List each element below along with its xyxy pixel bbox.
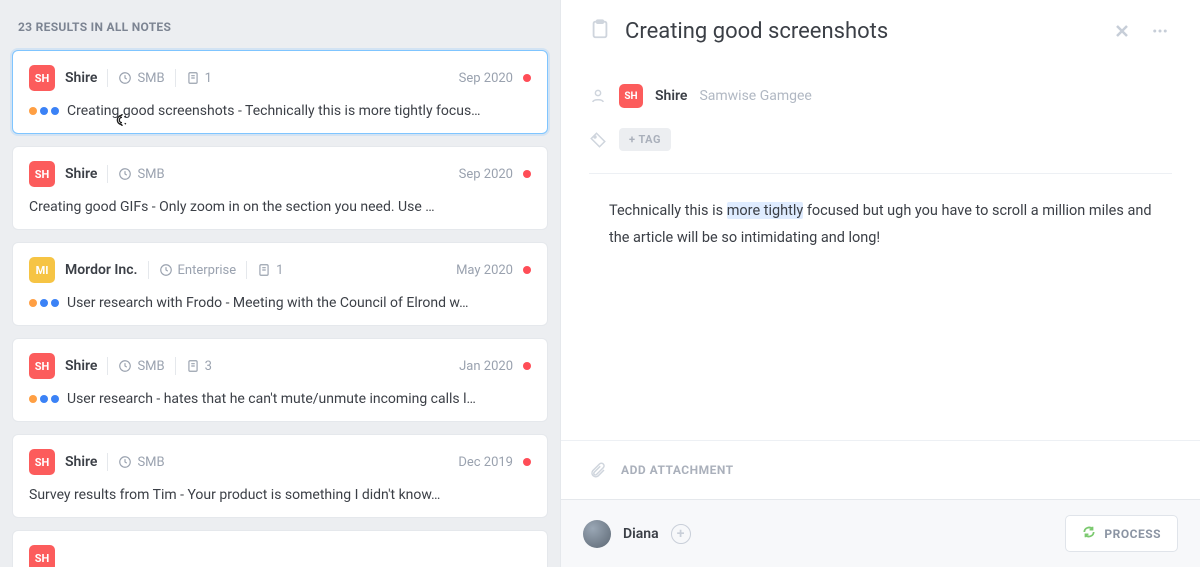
person-icon	[589, 87, 607, 105]
card-snippet: Survey results from Tim - Your product i…	[29, 487, 440, 503]
results-count-header: 23 RESULTS IN ALL NOTES	[12, 10, 548, 50]
tier-label: SMB	[118, 71, 164, 86]
highlight-dots	[29, 107, 59, 115]
tag-icon	[589, 131, 607, 149]
detail-panel: Creating good screenshots SH Shire Samwi…	[560, 0, 1200, 567]
card-org-name: Shire	[65, 454, 97, 470]
card-org-badge: SH	[29, 161, 55, 187]
paperclip-icon	[589, 461, 607, 479]
doc-count: 1	[257, 263, 283, 278]
card-snippet: User research with Frodo - Meeting with …	[67, 295, 468, 311]
card-org-badge: SH	[29, 449, 55, 475]
add-tag-button[interactable]: + TAG	[619, 128, 671, 151]
add-attachment-label: ADD ATTACHMENT	[621, 463, 734, 477]
note-body[interactable]: Technically this is more tightly focused…	[561, 174, 1200, 440]
card-org-badge: SH	[29, 353, 55, 379]
tag-row: + TAG	[589, 118, 1172, 161]
close-button[interactable]	[1110, 19, 1134, 43]
org-name[interactable]: Shire	[655, 88, 687, 104]
highlight-dots	[29, 395, 59, 403]
status-dot	[523, 362, 531, 370]
attachment-row[interactable]: ADD ATTACHMENT	[561, 440, 1200, 499]
doc-count: 1	[186, 71, 212, 86]
user-name[interactable]: Samwise Gamgee	[699, 88, 811, 104]
card-snippet: User research - hates that he can't mute…	[67, 391, 476, 407]
card-date: May 2020	[456, 263, 513, 278]
card-org-name: Shire	[65, 70, 97, 86]
highlighted-text: more tightly	[727, 202, 804, 219]
highlight-dots	[29, 299, 59, 307]
clipboard-icon	[589, 18, 611, 44]
detail-title: Creating good screenshots	[625, 19, 1096, 44]
tier-label: SMB	[118, 167, 164, 182]
card-date: Jan 2020	[459, 359, 513, 374]
avatar[interactable]	[583, 520, 611, 548]
result-card[interactable]: SH Shire SMB Sep 2020 Creating good GIFs…	[12, 146, 548, 230]
note-text: Technically this is more tightly focused…	[609, 198, 1172, 252]
tier-label: SMB	[118, 455, 164, 470]
tier-label: SMB	[118, 359, 164, 374]
footer-user-name: Diana	[623, 526, 659, 542]
process-button[interactable]: PROCESS	[1065, 515, 1178, 552]
doc-count: 3	[186, 359, 212, 374]
status-dot	[523, 74, 531, 82]
status-dot	[523, 266, 531, 274]
detail-title-row: Creating good screenshots	[589, 18, 1172, 44]
card-date: Sep 2020	[459, 71, 513, 86]
card-org-badge: SH	[29, 65, 55, 91]
card-org-name: Shire	[65, 358, 97, 374]
card-org-badge: SH	[29, 545, 55, 567]
card-date: Sep 2020	[459, 167, 513, 182]
result-card[interactable]: SH	[12, 530, 548, 567]
tier-label: Enterprise	[159, 263, 237, 278]
result-card[interactable]: MI Mordor Inc. Enterprise 1 May 2020 Use…	[12, 242, 548, 326]
refresh-icon	[1082, 525, 1096, 542]
card-snippet: Creating good GIFs - Only zoom in on the…	[29, 199, 435, 215]
card-org-name: Shire	[65, 166, 97, 182]
status-dot	[523, 170, 531, 178]
org-user-row: SH Shire Samwise Gamgee	[589, 74, 1172, 118]
results-list: SH Shire SMB 1 Sep 2020 Creating good sc…	[12, 50, 548, 567]
add-collaborator-button[interactable]: +	[671, 524, 691, 544]
card-org-name: Mordor Inc.	[65, 262, 138, 278]
footer-bar: Diana + PROCESS	[561, 499, 1200, 567]
card-date: Dec 2019	[458, 455, 513, 470]
result-card[interactable]: SH Shire SMB 1 Sep 2020 Creating good sc…	[12, 50, 548, 134]
card-org-badge: MI	[29, 257, 55, 283]
result-card[interactable]: SH Shire SMB 3 Jan 2020 User research - …	[12, 338, 548, 422]
result-card[interactable]: SH Shire SMB Dec 2019 Survey results fro…	[12, 434, 548, 518]
org-badge[interactable]: SH	[619, 84, 643, 108]
card-snippet: Creating good screenshots - Technically …	[67, 103, 481, 119]
more-menu-button[interactable]	[1148, 19, 1172, 43]
status-dot	[523, 458, 531, 466]
results-panel: 23 RESULTS IN ALL NOTES SH Shire SMB 1 S…	[0, 0, 560, 567]
